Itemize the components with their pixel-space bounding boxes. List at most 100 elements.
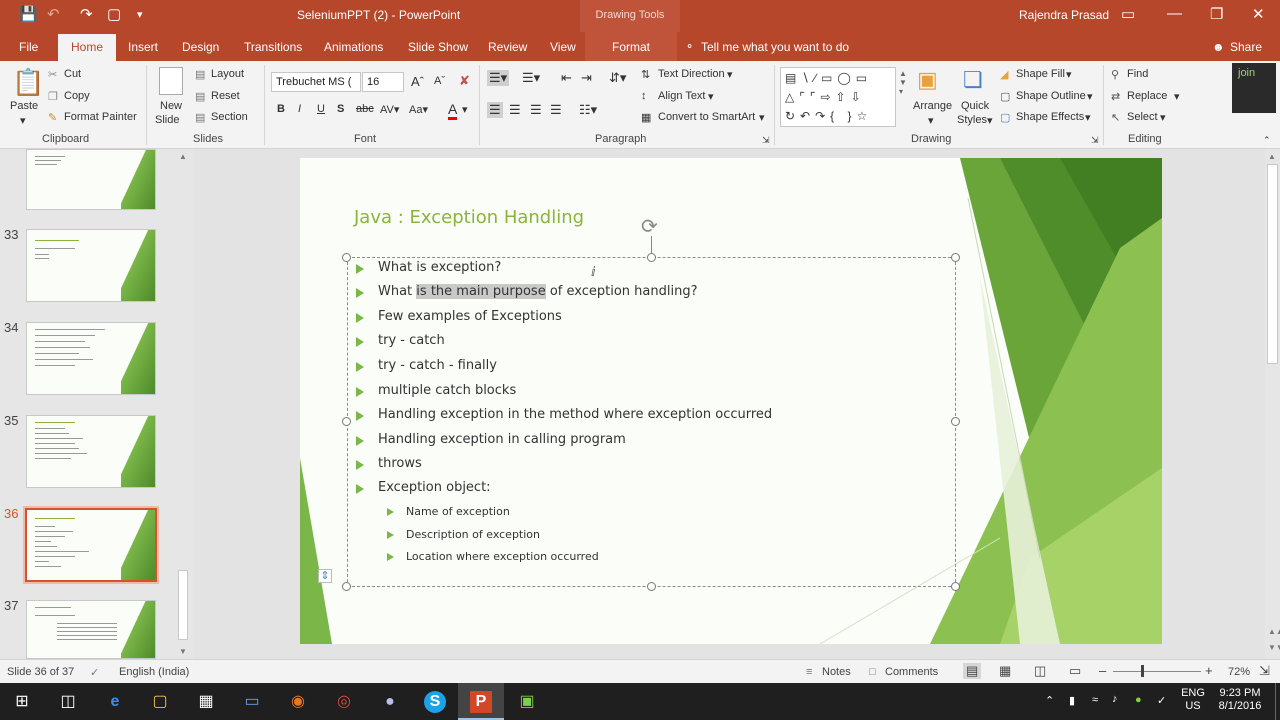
quick-styles-label2[interactable]: Styles [957,114,987,126]
store-icon[interactable]: ▦ [195,691,217,713]
resize-handle[interactable] [647,582,656,591]
notes-button[interactable]: Notes [822,666,851,678]
gallery-scroll-icon[interactable]: ▲ ▼ ▾ [899,69,907,96]
scroll-thumb[interactable] [178,570,188,640]
resize-handle[interactable] [951,417,960,426]
bullets-icon[interactable]: ☰▾ [487,70,510,86]
chrome-icon[interactable]: ◎ [333,691,355,713]
justify-icon[interactable]: ☰ [550,102,562,118]
undo-icon[interactable]: ↶ [47,7,60,23]
find-button[interactable]: Find [1127,68,1148,80]
thumbnail-35[interactable] [26,415,156,488]
minimize-icon[interactable]: — [1167,5,1182,22]
redo-icon[interactable]: ↷ [80,7,93,23]
eclipse-icon[interactable]: ● [379,691,401,713]
language-switcher[interactable]: ENG US [1178,687,1208,713]
replace-button[interactable]: Replace [1127,90,1167,102]
tab-review[interactable]: Review [488,40,527,54]
chat-app-icon[interactable]: ▣ [516,691,538,713]
autofit-options-icon[interactable]: ⇕ [318,569,332,583]
char-spacing-icon[interactable]: AV▾ [380,103,399,116]
drawing-launcher-icon[interactable]: ⇲ [1091,135,1099,146]
slideshow-view-icon[interactable]: ▭ [1069,663,1081,679]
shape-effects-dropdown-icon[interactable]: ▾ [1085,111,1091,124]
numbering-icon[interactable]: ☰▾ [522,70,540,86]
collapse-ribbon-icon[interactable]: ⌃ [1263,135,1271,146]
shape-fill-button[interactable]: Shape Fill [1016,68,1065,80]
new-slide-button[interactable]: New [160,100,182,112]
text-direction-dropdown-icon[interactable]: ▾ [727,68,733,81]
tab-transitions[interactable]: Transitions [244,40,302,54]
slide-sorter-icon[interactable]: ▦ [999,663,1011,679]
line-spacing-icon[interactable]: ⇵▾ [609,70,626,86]
tab-view[interactable]: View [550,40,576,54]
selected-text[interactable]: is the main purpose [416,284,546,299]
clock[interactable]: 9:23 PM 8/1/2016 [1212,687,1268,713]
align-right-icon[interactable]: ☰ [530,102,542,118]
next-slide-icon[interactable]: ▼▼ [1268,643,1280,652]
paste-icon[interactable]: 📋 [12,67,44,98]
quick-styles-dropdown-icon[interactable]: ▾ [987,114,993,127]
tell-me-search[interactable]: Tell me what you want to do [701,40,849,54]
decrease-indent-icon[interactable]: ⇤ [561,70,572,86]
arrange-icon[interactable]: ▣ [917,67,938,93]
paste-button[interactable]: Paste [10,100,38,112]
align-text-button[interactable]: Align Text [658,90,706,102]
resize-handle[interactable] [951,253,960,262]
thumbnails-scrollbar[interactable]: ▲ ▼ [176,150,190,659]
tab-file[interactable]: File [19,40,38,54]
tab-format[interactable]: Format [585,32,677,61]
align-left-icon[interactable]: ☰ [487,102,503,118]
font-size-combo[interactable]: 16 [362,72,404,92]
shape-outline-dropdown-icon[interactable]: ▾ [1087,90,1093,103]
previous-slide-icon[interactable]: ▲▲ [1268,627,1280,636]
shape-fill-dropdown-icon[interactable]: ▾ [1066,68,1072,81]
shrink-font-icon[interactable]: Aˇ [434,75,445,87]
save-icon[interactable]: 💾 [19,7,38,23]
scroll-down-icon[interactable]: ▼ [179,647,187,656]
tab-animations[interactable]: Animations [324,40,383,54]
section-button[interactable]: Section [211,111,248,123]
reset-button[interactable]: Reset [211,90,240,102]
thumbnail-32[interactable] [26,149,156,210]
shape-outline-button[interactable]: Shape Outline [1016,90,1086,102]
italic-icon[interactable]: I [298,103,301,115]
slide-canvas[interactable]: Java : Exception Handling ⟳ ⇕ What is ex… [300,158,1162,644]
restore-icon[interactable]: ❐ [1210,5,1223,23]
firefox-icon[interactable]: ◉ [287,691,309,713]
explorer-window-icon[interactable]: ▭ [241,691,263,713]
font-color-dropdown-icon[interactable]: ▾ [462,103,468,116]
reading-view-icon[interactable]: ◫ [1034,663,1046,679]
thumbnail-33[interactable] [26,229,156,302]
skype-icon[interactable]: S [424,691,446,713]
slide-scroll-thumb[interactable] [1267,164,1278,364]
security-icon[interactable]: ✓ [1157,694,1166,707]
join-popup[interactable]: join [1232,63,1276,113]
language-indicator[interactable]: English (India) [119,666,189,678]
smartart-button[interactable]: Convert to SmartArt [658,111,755,123]
fit-slide-icon[interactable]: ⇲ [1259,663,1270,679]
file-explorer-icon[interactable]: ▢ [149,691,171,713]
quick-styles-icon[interactable]: ❏ [963,67,983,93]
increase-indent-icon[interactable]: ⇥ [581,70,592,86]
resize-handle[interactable] [951,582,960,591]
paragraph-launcher-icon[interactable]: ⇲ [762,135,770,146]
present-icon[interactable]: ▢ [107,7,121,23]
font-name-combo[interactable]: Trebuchet MS ( [271,72,361,92]
show-desktop-button[interactable] [1275,683,1280,720]
resize-handle[interactable] [342,253,351,262]
ribbon-display-icon[interactable]: ▭ [1121,5,1135,23]
tab-design[interactable]: Design [182,40,219,54]
share-button[interactable]: Share [1230,40,1262,54]
format-painter-button[interactable]: Format Painter [64,111,137,123]
underline-icon[interactable]: U [317,103,325,115]
windows-start-icon[interactable]: ⊞ [11,691,33,713]
grow-font-icon[interactable]: Aˆ [411,74,424,89]
zoom-level[interactable]: 72% [1228,666,1250,678]
tab-insert[interactable]: Insert [128,40,158,54]
arrange-dropdown-icon[interactable]: ▾ [928,114,934,127]
edge-icon[interactable]: e [104,691,126,713]
thumbnail-34[interactable] [26,322,156,395]
align-text-dropdown-icon[interactable]: ▾ [708,90,714,103]
replace-dropdown-icon[interactable]: ▾ [1174,90,1180,103]
